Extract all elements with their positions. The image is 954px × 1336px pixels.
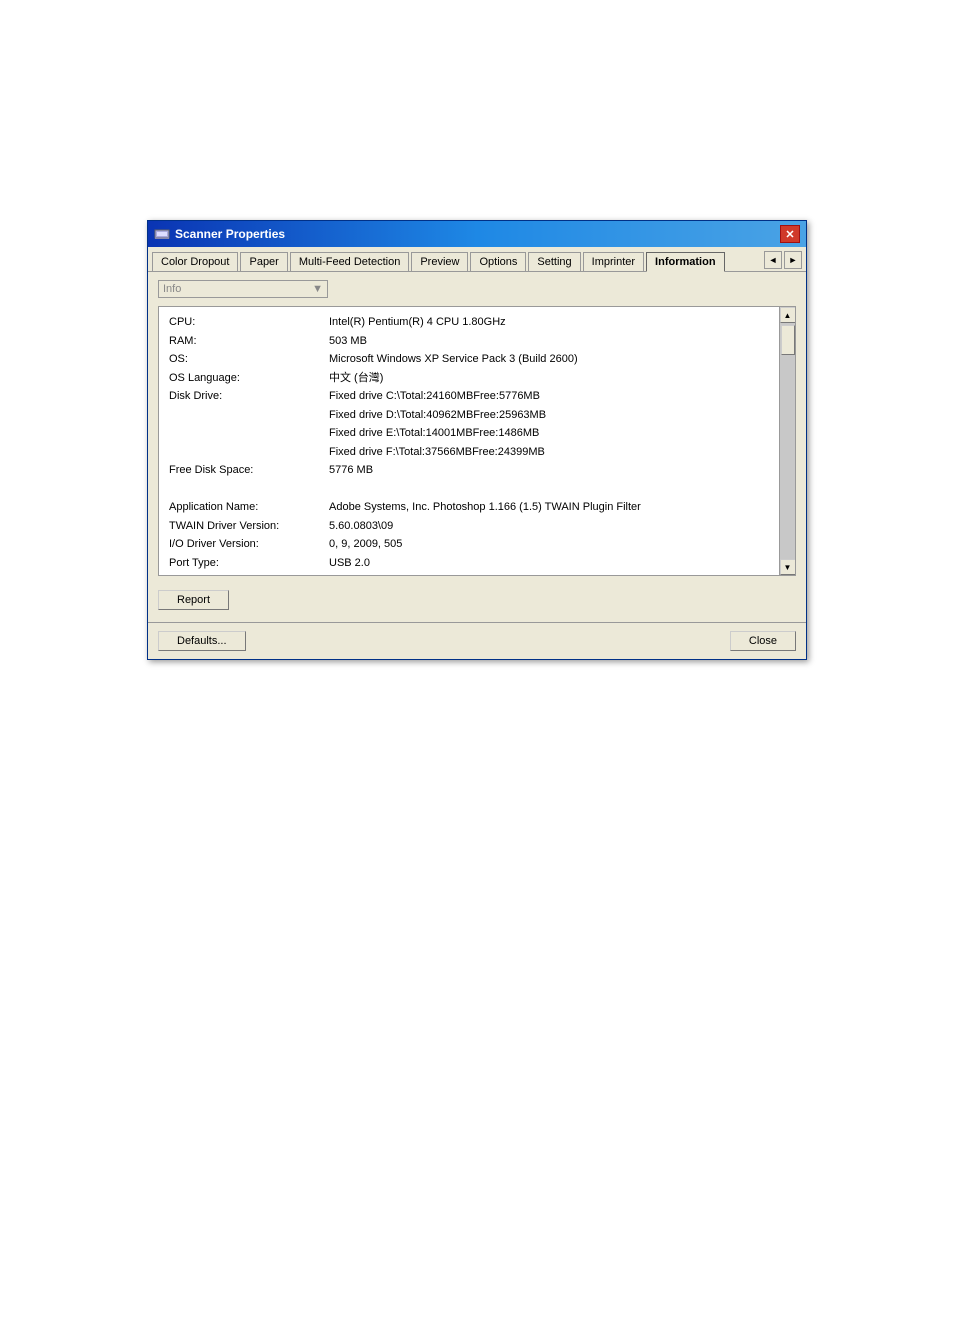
info-value: USB 2.0 xyxy=(327,554,787,573)
dialog-body: Info ▼ CPU:Intel(R) Pentium(R) 4 CPU 1.8… xyxy=(148,272,806,622)
info-dropdown-row: Info ▼ xyxy=(158,280,796,298)
tab-options[interactable]: Options xyxy=(470,252,526,271)
info-value: Intel(R) Pentium(R) 4 CPU 1.80GHz xyxy=(327,313,787,332)
defaults-button[interactable]: Defaults... xyxy=(158,631,246,651)
tab-preview[interactable]: Preview xyxy=(411,252,468,271)
scroll-up-button[interactable]: ▲ xyxy=(780,307,796,323)
scroll-down-button[interactable]: ▼ xyxy=(780,559,796,575)
table-row: OS Language:中文 (台灣) xyxy=(167,369,787,388)
info-value: Microsoft Windows XP Service Pack 3 (Bui… xyxy=(327,350,787,369)
report-row: Report xyxy=(158,586,796,614)
title-bar: Scanner Properties ✕ xyxy=(148,221,806,247)
info-dropdown-label: Info xyxy=(163,283,181,295)
tab-color-dropout[interactable]: Color Dropout xyxy=(152,252,238,271)
info-value: USB xyxy=(327,572,787,576)
info-value: 503 MB xyxy=(327,332,787,351)
info-label: OS Language: xyxy=(167,369,327,388)
table-row: RAM:503 MB xyxy=(167,332,787,351)
info-label: Disk Drive: xyxy=(167,387,327,406)
scanner-icon xyxy=(154,226,170,242)
tab-information[interactable]: Information xyxy=(646,252,725,272)
table-row: Free Disk Space:5776 MB xyxy=(167,461,787,480)
info-label xyxy=(167,406,327,425)
info-label: Free Disk Space: xyxy=(167,461,327,480)
table-row xyxy=(167,480,787,499)
info-label xyxy=(167,443,327,462)
table-row: OS:Microsoft Windows XP Service Pack 3 (… xyxy=(167,350,787,369)
info-label: Application Name: xyxy=(167,498,327,517)
table-row: Fixed drive E:\Total:14001MBFree:1486MB xyxy=(167,424,787,443)
info-value: Fixed drive F:\Total:37566MBFree:24399MB xyxy=(327,443,787,462)
tab-multi-feed[interactable]: Multi-Feed Detection xyxy=(290,252,410,271)
table-row: Fixed drive D:\Total:40962MBFree:25963MB xyxy=(167,406,787,425)
info-value: Fixed drive C:\Total:24160MBFree:5776MB xyxy=(327,387,787,406)
report-button[interactable]: Report xyxy=(158,590,229,610)
info-label: I/O Driver Version: xyxy=(167,535,327,554)
dialog-footer: Defaults... Close xyxy=(148,622,806,659)
tabs-nav: ◄ ► xyxy=(764,251,802,271)
info-dropdown[interactable]: Info ▼ xyxy=(158,280,328,298)
tabs-next-button[interactable]: ► xyxy=(784,251,802,269)
tab-paper[interactable]: Paper xyxy=(240,252,287,271)
table-row: CPU:Intel(R) Pentium(R) 4 CPU 1.80GHz xyxy=(167,313,787,332)
info-label: TWAIN Driver Version: xyxy=(167,517,327,536)
footer-close-button[interactable]: Close xyxy=(730,631,796,651)
tabs-prev-button[interactable]: ◄ xyxy=(764,251,782,269)
tab-imprinter[interactable]: Imprinter xyxy=(583,252,644,271)
info-value: Adobe Systems, Inc. Photoshop 1.166 (1.5… xyxy=(327,498,787,517)
table-row: TWAIN Driver Version:5.60.0803\09 xyxy=(167,517,787,536)
info-content-area: CPU:Intel(R) Pentium(R) 4 CPU 1.80GHzRAM… xyxy=(158,306,796,576)
info-value: 5776 MB xyxy=(327,461,787,480)
tabs-row: Color Dropout Paper Multi-Feed Detection… xyxy=(148,247,806,272)
info-label: ID / Address: xyxy=(167,572,327,576)
scroll-track[interactable] xyxy=(780,323,796,559)
scroll-thumb[interactable] xyxy=(781,325,795,355)
tab-setting[interactable]: Setting xyxy=(528,252,580,271)
info-value: Fixed drive E:\Total:14001MBFree:1486MB xyxy=(327,424,787,443)
table-row: Application Name:Adobe Systems, Inc. Pho… xyxy=(167,498,787,517)
title-bar-left: Scanner Properties xyxy=(154,226,285,242)
table-row: Fixed drive F:\Total:37566MBFree:24399MB xyxy=(167,443,787,462)
info-label: RAM: xyxy=(167,332,327,351)
table-row: Port Type:USB 2.0 xyxy=(167,554,787,573)
info-table: CPU:Intel(R) Pentium(R) 4 CPU 1.80GHzRAM… xyxy=(167,313,787,576)
info-value: 5.60.0803\09 xyxy=(327,517,787,536)
table-row: ID / Address:USB xyxy=(167,572,787,576)
info-label: OS: xyxy=(167,350,327,369)
info-label xyxy=(167,424,327,443)
info-label: Port Type: xyxy=(167,554,327,573)
scrollbar[interactable]: ▲ ▼ xyxy=(779,307,795,575)
info-value: 0, 9, 2009, 505 xyxy=(327,535,787,554)
dropdown-arrow-icon: ▼ xyxy=(312,283,323,295)
scanner-properties-dialog: Scanner Properties ✕ Color Dropout Paper… xyxy=(147,220,807,660)
close-button[interactable]: ✕ xyxy=(780,225,800,243)
info-label: CPU: xyxy=(167,313,327,332)
table-row: Disk Drive:Fixed drive C:\Total:24160MBF… xyxy=(167,387,787,406)
info-value: Fixed drive D:\Total:40962MBFree:25963MB xyxy=(327,406,787,425)
dialog-title: Scanner Properties xyxy=(175,227,285,241)
info-value: 中文 (台灣) xyxy=(327,369,787,388)
table-row: I/O Driver Version:0, 9, 2009, 505 xyxy=(167,535,787,554)
